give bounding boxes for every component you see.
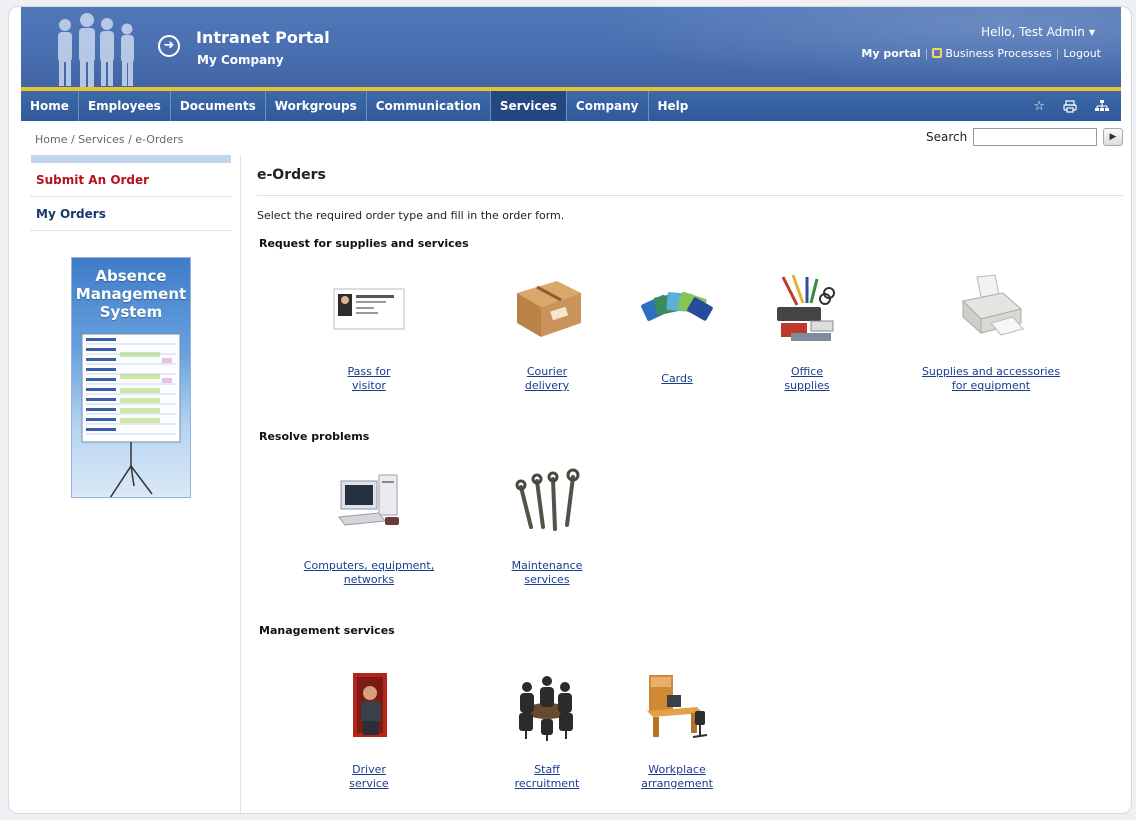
arrow-right-icon[interactable]: ➜: [158, 35, 180, 57]
portal-header: ➜ Intranet Portal My Company Hello, Test…: [21, 7, 1121, 91]
order-link-line: for equipment: [951, 379, 1031, 392]
order-link-line: Computers, equipment,: [303, 559, 435, 572]
banner-title-line: Management: [75, 285, 187, 303]
cards-icon: [641, 291, 713, 321]
sidebar: Submit An Order My Orders: [31, 155, 231, 231]
driver-icon: [353, 673, 387, 737]
absence-management-banner[interactable]: Absence Management System: [71, 257, 191, 498]
banner-title-line: Absence: [95, 267, 167, 285]
order-link-line: Office: [790, 365, 824, 378]
company-name: My Company: [197, 53, 284, 67]
section-title: Management services: [259, 624, 395, 637]
nav-employees[interactable]: Employees: [79, 91, 171, 121]
order-tile-driver-service[interactable]: Driver service: [279, 669, 459, 791]
order-link-line: supplies: [784, 379, 830, 392]
order-link-line: visitor: [352, 379, 386, 392]
logout-link[interactable]: Logout: [1063, 47, 1101, 60]
sitemap-icon[interactable]: [1095, 100, 1109, 112]
search-input[interactable]: [973, 128, 1097, 146]
sidebar-item-submit-order[interactable]: Submit An Order: [31, 163, 231, 197]
order-link-line: arrangement: [641, 777, 713, 790]
printer-icon: [961, 274, 1024, 336]
order-link-line: Maintenance: [511, 559, 583, 572]
nav-company[interactable]: Company: [567, 91, 649, 121]
order-link-line: Workplace: [648, 763, 706, 776]
breadcrumb[interactable]: Home / Services / e-Orders: [35, 133, 183, 146]
main-nav: Home Employees Documents Workgroups Comm…: [21, 91, 1121, 121]
order-tile-visitor-pass[interactable]: Pass for visitor: [279, 271, 459, 393]
order-tile-equipment-supplies[interactable]: Supplies and accessories for equipment: [901, 271, 1081, 393]
sidebar-top-bar: [31, 155, 231, 163]
order-link[interactable]: Pass for visitor: [279, 365, 459, 393]
nav-services[interactable]: Services: [490, 91, 567, 121]
banner-title: Absence Management System: [72, 258, 190, 321]
section-title: Resolve problems: [259, 430, 370, 443]
order-tile-workplace[interactable]: Workplace arrangement: [587, 669, 767, 791]
business-processes-icon: [932, 48, 943, 58]
browser-frame: ➜ Intranet Portal My Company Hello, Test…: [8, 6, 1132, 814]
order-link-line: Supplies and accessories: [921, 365, 1061, 378]
top-links: My portal | Business Processes | Logout: [861, 47, 1101, 60]
order-link[interactable]: Maintenance services: [457, 559, 637, 587]
nav-workgroups[interactable]: Workgroups: [266, 91, 367, 121]
order-link-line: Driver: [352, 763, 386, 776]
order-link[interactable]: Driver service: [279, 763, 459, 791]
banner-title-line: System: [99, 303, 163, 321]
wrenches-icon: [515, 468, 580, 531]
order-link[interactable]: Computers, equipment, networks: [279, 559, 459, 587]
people-logo-icon: [58, 13, 134, 87]
visitor-pass-icon: [333, 288, 405, 330]
search-go-button[interactable]: ▶: [1103, 128, 1123, 146]
order-link-line: Pass for: [347, 365, 391, 378]
search-label: Search: [926, 130, 968, 144]
nav-tools: ☆: [1033, 91, 1109, 121]
computer-icon: [338, 474, 399, 526]
order-tile-maintenance[interactable]: Maintenance services: [457, 465, 637, 587]
workplace-desk-icon: [647, 675, 708, 738]
projector-screen-icon: [81, 333, 181, 497]
title-divider: [257, 195, 1123, 196]
chevron-down-icon: ▼: [1088, 28, 1095, 37]
order-link-line: service: [349, 777, 389, 790]
order-link-line: services: [524, 573, 570, 586]
order-link[interactable]: Office supplies: [717, 365, 897, 393]
nav-help[interactable]: Help: [649, 91, 698, 121]
order-link-line: networks: [343, 573, 395, 586]
nav-communication[interactable]: Communication: [367, 91, 491, 121]
page-title: e-Orders: [257, 167, 326, 183]
greeting-text: Hello, Test Admin: [981, 25, 1085, 39]
divider: |: [1055, 47, 1060, 60]
column-divider: [240, 155, 241, 813]
order-tile-office-supplies[interactable]: Office supplies: [717, 271, 897, 393]
nav-documents[interactable]: Documents: [171, 91, 266, 121]
user-menu[interactable]: Hello, Test Admin ▼: [981, 25, 1095, 39]
portal-title[interactable]: Intranet Portal: [196, 28, 330, 47]
order-tile-computers[interactable]: Computers, equipment, networks: [279, 465, 459, 587]
star-icon[interactable]: ☆: [1033, 99, 1045, 114]
divider: |: [924, 47, 929, 60]
order-link[interactable]: Workplace arrangement: [587, 763, 767, 791]
sidebar-item-my-orders[interactable]: My Orders: [31, 197, 231, 231]
meeting-icon: [519, 676, 573, 741]
my-portal-link[interactable]: My portal: [861, 47, 920, 60]
print-icon[interactable]: [1063, 99, 1077, 113]
intro-text: Select the required order type and fill …: [257, 209, 565, 222]
section-title: Request for supplies and services: [259, 237, 469, 250]
office-supplies-icon: [777, 274, 835, 341]
order-link[interactable]: Supplies and accessories for equipment: [901, 365, 1081, 393]
business-processes-link[interactable]: Business Processes: [945, 47, 1051, 60]
courier-package-icon: [517, 281, 581, 337]
nav-home[interactable]: Home: [21, 91, 79, 121]
